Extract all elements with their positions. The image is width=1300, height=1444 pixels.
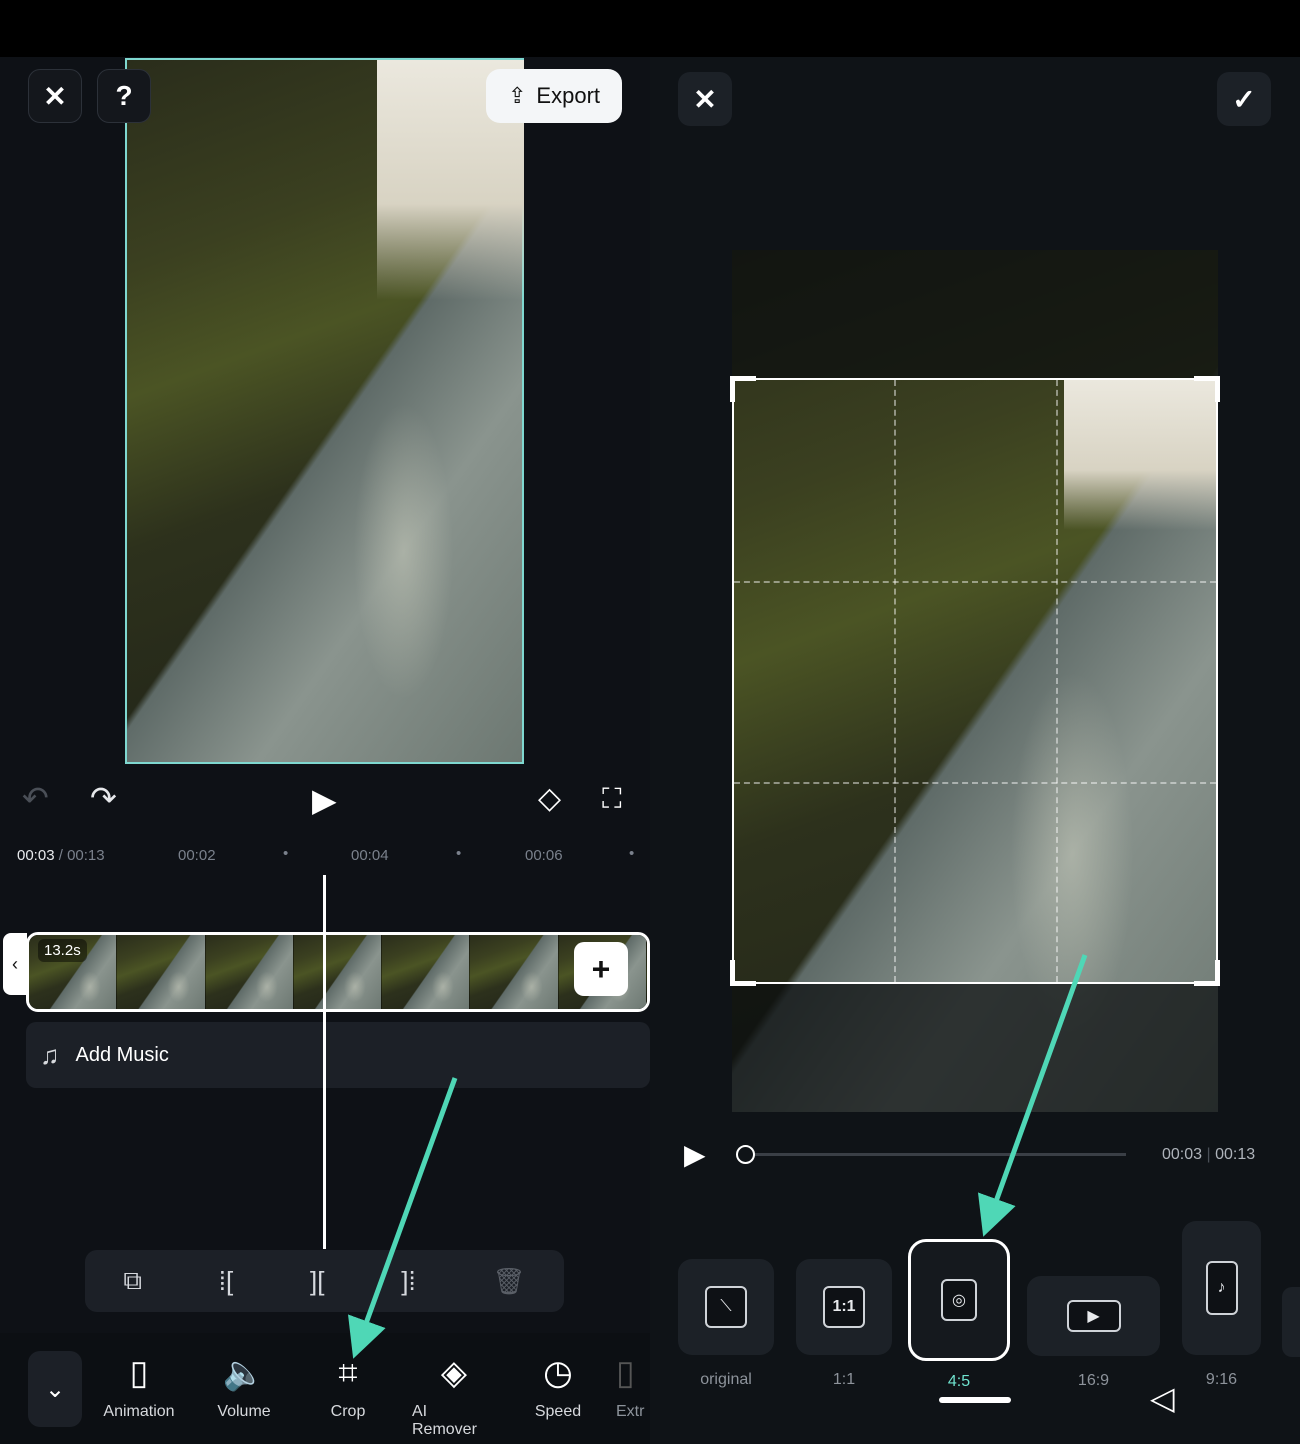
arrow-to-4-5 xyxy=(977,954,1088,1237)
annotation-arrows xyxy=(348,954,1088,1359)
arrow-to-crop xyxy=(348,1077,458,1359)
